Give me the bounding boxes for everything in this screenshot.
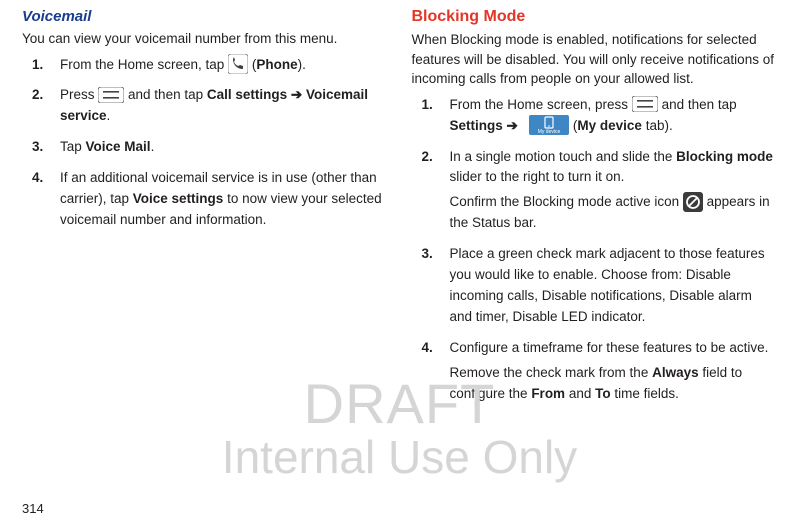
step-number: 1. <box>22 55 60 80</box>
bold-text: Phone <box>256 57 297 72</box>
text: Place a green check mark adjacent to tho… <box>450 244 778 328</box>
step-body: Press and then tap Call settings ➔ Voice… <box>60 85 388 131</box>
step-item: 4. If an additional voicemail service is… <box>22 168 388 235</box>
step-number: 3. <box>412 244 450 332</box>
left-column: Voicemail You can view your voicemail nu… <box>22 8 388 415</box>
voicemail-heading: Voicemail <box>22 8 388 25</box>
text: . <box>151 139 155 154</box>
bold-text: From <box>531 386 565 401</box>
step-item: 3. Tap Voice Mail. <box>22 137 388 162</box>
step-body: Configure a timeframe for these features… <box>450 338 778 409</box>
bold-text: Voice settings <box>133 191 224 206</box>
right-column: Blocking Mode When Blocking mode is enab… <box>412 8 778 415</box>
bold-text: My device <box>577 118 642 133</box>
bold-text: Settings ➔ <box>450 118 518 133</box>
text: . <box>107 108 111 123</box>
bold-text: Voice Mail <box>86 139 151 154</box>
step-item: 3. Place a green check mark adjacent to … <box>412 244 778 332</box>
text: time fields. <box>611 386 679 401</box>
step-number: 1. <box>412 95 450 141</box>
menu-key-icon <box>98 87 124 103</box>
bold-text: Always <box>652 365 699 380</box>
watermark-line2: Internal Use Only <box>0 430 799 484</box>
text: In a single motion touch and slide the <box>450 149 677 164</box>
two-column-layout: Voicemail You can view your voicemail nu… <box>22 8 777 415</box>
text: slider to the right to turn it on. <box>450 169 625 184</box>
blocking-mode-heading: Blocking Mode <box>412 8 778 26</box>
voicemail-intro: You can view your voicemail number from … <box>22 29 388 49</box>
step-item: 1. From the Home screen, tap (Phone). <box>22 55 388 80</box>
page-number: 314 <box>22 501 44 516</box>
step-body: If an additional voicemail service is in… <box>60 168 388 235</box>
step-number: 4. <box>22 168 60 235</box>
step-item: 2. In a single motion touch and slide th… <box>412 147 778 239</box>
bold-text: To <box>595 386 611 401</box>
text: Confirm the Blocking mode active icon <box>450 194 683 209</box>
text: ). <box>298 57 306 72</box>
step-number: 4. <box>412 338 450 409</box>
step-number: 3. <box>22 137 60 162</box>
step-body: From the Home screen, press and then tap… <box>450 95 778 141</box>
text: Press <box>60 87 98 102</box>
step-body: From the Home screen, tap (Phone). <box>60 55 388 80</box>
phone-icon <box>228 54 248 74</box>
blocking-mode-intro: When Blocking mode is enabled, notificat… <box>412 30 778 89</box>
step-number: 2. <box>412 147 450 239</box>
step-item: 2. Press and then tap Call settings ➔ Vo… <box>22 85 388 131</box>
text: and <box>565 386 595 401</box>
page: Voicemail You can view your voicemail nu… <box>0 0 799 526</box>
step-body: Tap Voice Mail. <box>60 137 388 162</box>
text: and then tap <box>128 87 207 102</box>
text: From the Home screen, press <box>450 97 632 112</box>
menu-key-icon <box>632 96 658 112</box>
tab-label: My device <box>538 129 561 135</box>
my-device-tab-icon: My device <box>529 115 569 135</box>
step-body: In a single motion touch and slide the B… <box>450 147 778 239</box>
text: Remove the check mark from the <box>450 365 653 380</box>
text: From the Home screen, tap <box>60 57 228 72</box>
step-item: 1. From the Home screen, press and then … <box>412 95 778 141</box>
text: Configure a timeframe for these features… <box>450 338 778 359</box>
step-number: 2. <box>22 85 60 131</box>
text: tab). <box>642 118 673 133</box>
voicemail-steps: 1. From the Home screen, tap (Phone). 2. <box>22 55 388 235</box>
text: Tap <box>60 139 86 154</box>
step-item: 4. Configure a timeframe for these featu… <box>412 338 778 409</box>
bold-text: Blocking mode <box>676 149 773 164</box>
blocking-mode-steps: 1. From the Home screen, press and then … <box>412 95 778 409</box>
blocking-mode-status-icon <box>683 192 703 212</box>
text: and then tap <box>662 97 737 112</box>
step-body: Place a green check mark adjacent to tho… <box>450 244 778 332</box>
